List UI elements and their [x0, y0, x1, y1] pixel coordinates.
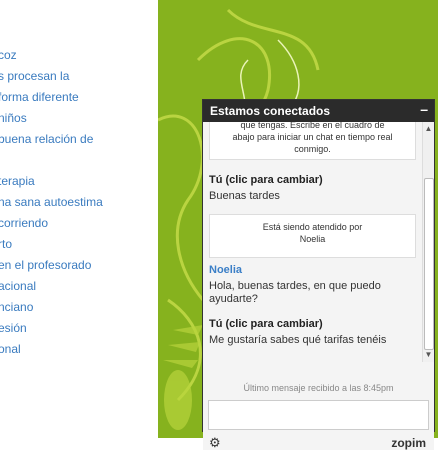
intro-line: conmigo.: [294, 144, 331, 154]
intro-line: que tengas. Escribe en el cuadro de: [240, 122, 385, 130]
visitor-name[interactable]: Tú (clic para cambiar): [209, 318, 323, 330]
left-link[interactable]: coz: [0, 48, 17, 62]
left-link[interactable]: na sana autoestima: [0, 195, 103, 209]
chat-message: Buenas tardes: [209, 190, 280, 202]
attended-system-message: Está siendo atendido por Noelia: [209, 214, 416, 258]
minimize-button[interactable]: –: [420, 101, 428, 117]
chat-input[interactable]: [208, 400, 429, 430]
left-link-list: coz s procesan la forma diferente niños …: [0, 0, 158, 438]
zopim-logo[interactable]: zopim: [391, 436, 426, 450]
chat-header[interactable]: Estamos conectados –: [203, 100, 434, 122]
intro-system-message: que tengas. Escribe en el cuadro de abaj…: [209, 122, 416, 160]
left-link[interactable]: acional: [0, 279, 36, 293]
scroll-thumb[interactable]: [424, 178, 434, 350]
left-link[interactable]: en el profesorado: [0, 258, 91, 272]
chat-message: Hola, buenas tardes, en que puedo ayudar…: [209, 280, 381, 305]
chat-message: Me gustaría sabes qué tarifas tenéis: [209, 334, 387, 346]
scroll-up-icon[interactable]: ▲: [424, 124, 433, 134]
last-message-status: Último mensaje recibido a las 8:45pm: [243, 383, 394, 393]
left-link[interactable]: corriendo: [0, 216, 48, 230]
attended-agent-name: Noelia: [299, 234, 326, 244]
brand-name: zopim: [391, 436, 426, 450]
attended-line: Está siendo atendido por: [262, 222, 363, 232]
left-link[interactable]: niños: [0, 111, 27, 125]
chat-message-list: que tengas. Escribe en el cuadro de abaj…: [203, 122, 434, 450]
visitor-name[interactable]: Tú (clic para cambiar): [209, 174, 323, 186]
chat-widget: Estamos conectados – que tengas. Escribe…: [202, 99, 435, 450]
left-link[interactable]: rto: [0, 237, 12, 251]
chat-footer: ⚙ zopim: [203, 435, 434, 450]
left-link[interactable]: forma diferente: [0, 90, 79, 104]
left-link[interactable]: esión: [0, 321, 27, 335]
left-link[interactable]: buena relación de: [0, 132, 93, 146]
chat-scrollbar[interactable]: ▲ ▼: [422, 122, 434, 362]
left-link[interactable]: s procesan la: [0, 69, 69, 83]
scroll-down-icon[interactable]: ▼: [424, 350, 433, 360]
chat-title: Estamos conectados: [210, 104, 331, 118]
left-link[interactable]: nciano: [0, 300, 33, 314]
left-link[interactable]: onal: [0, 342, 21, 356]
gear-icon[interactable]: ⚙: [209, 435, 221, 450]
agent-name: Noelia: [209, 264, 243, 276]
left-link[interactable]: terapia: [0, 174, 35, 188]
intro-line: abajo para iniciar un chat en tiempo rea…: [232, 132, 393, 142]
